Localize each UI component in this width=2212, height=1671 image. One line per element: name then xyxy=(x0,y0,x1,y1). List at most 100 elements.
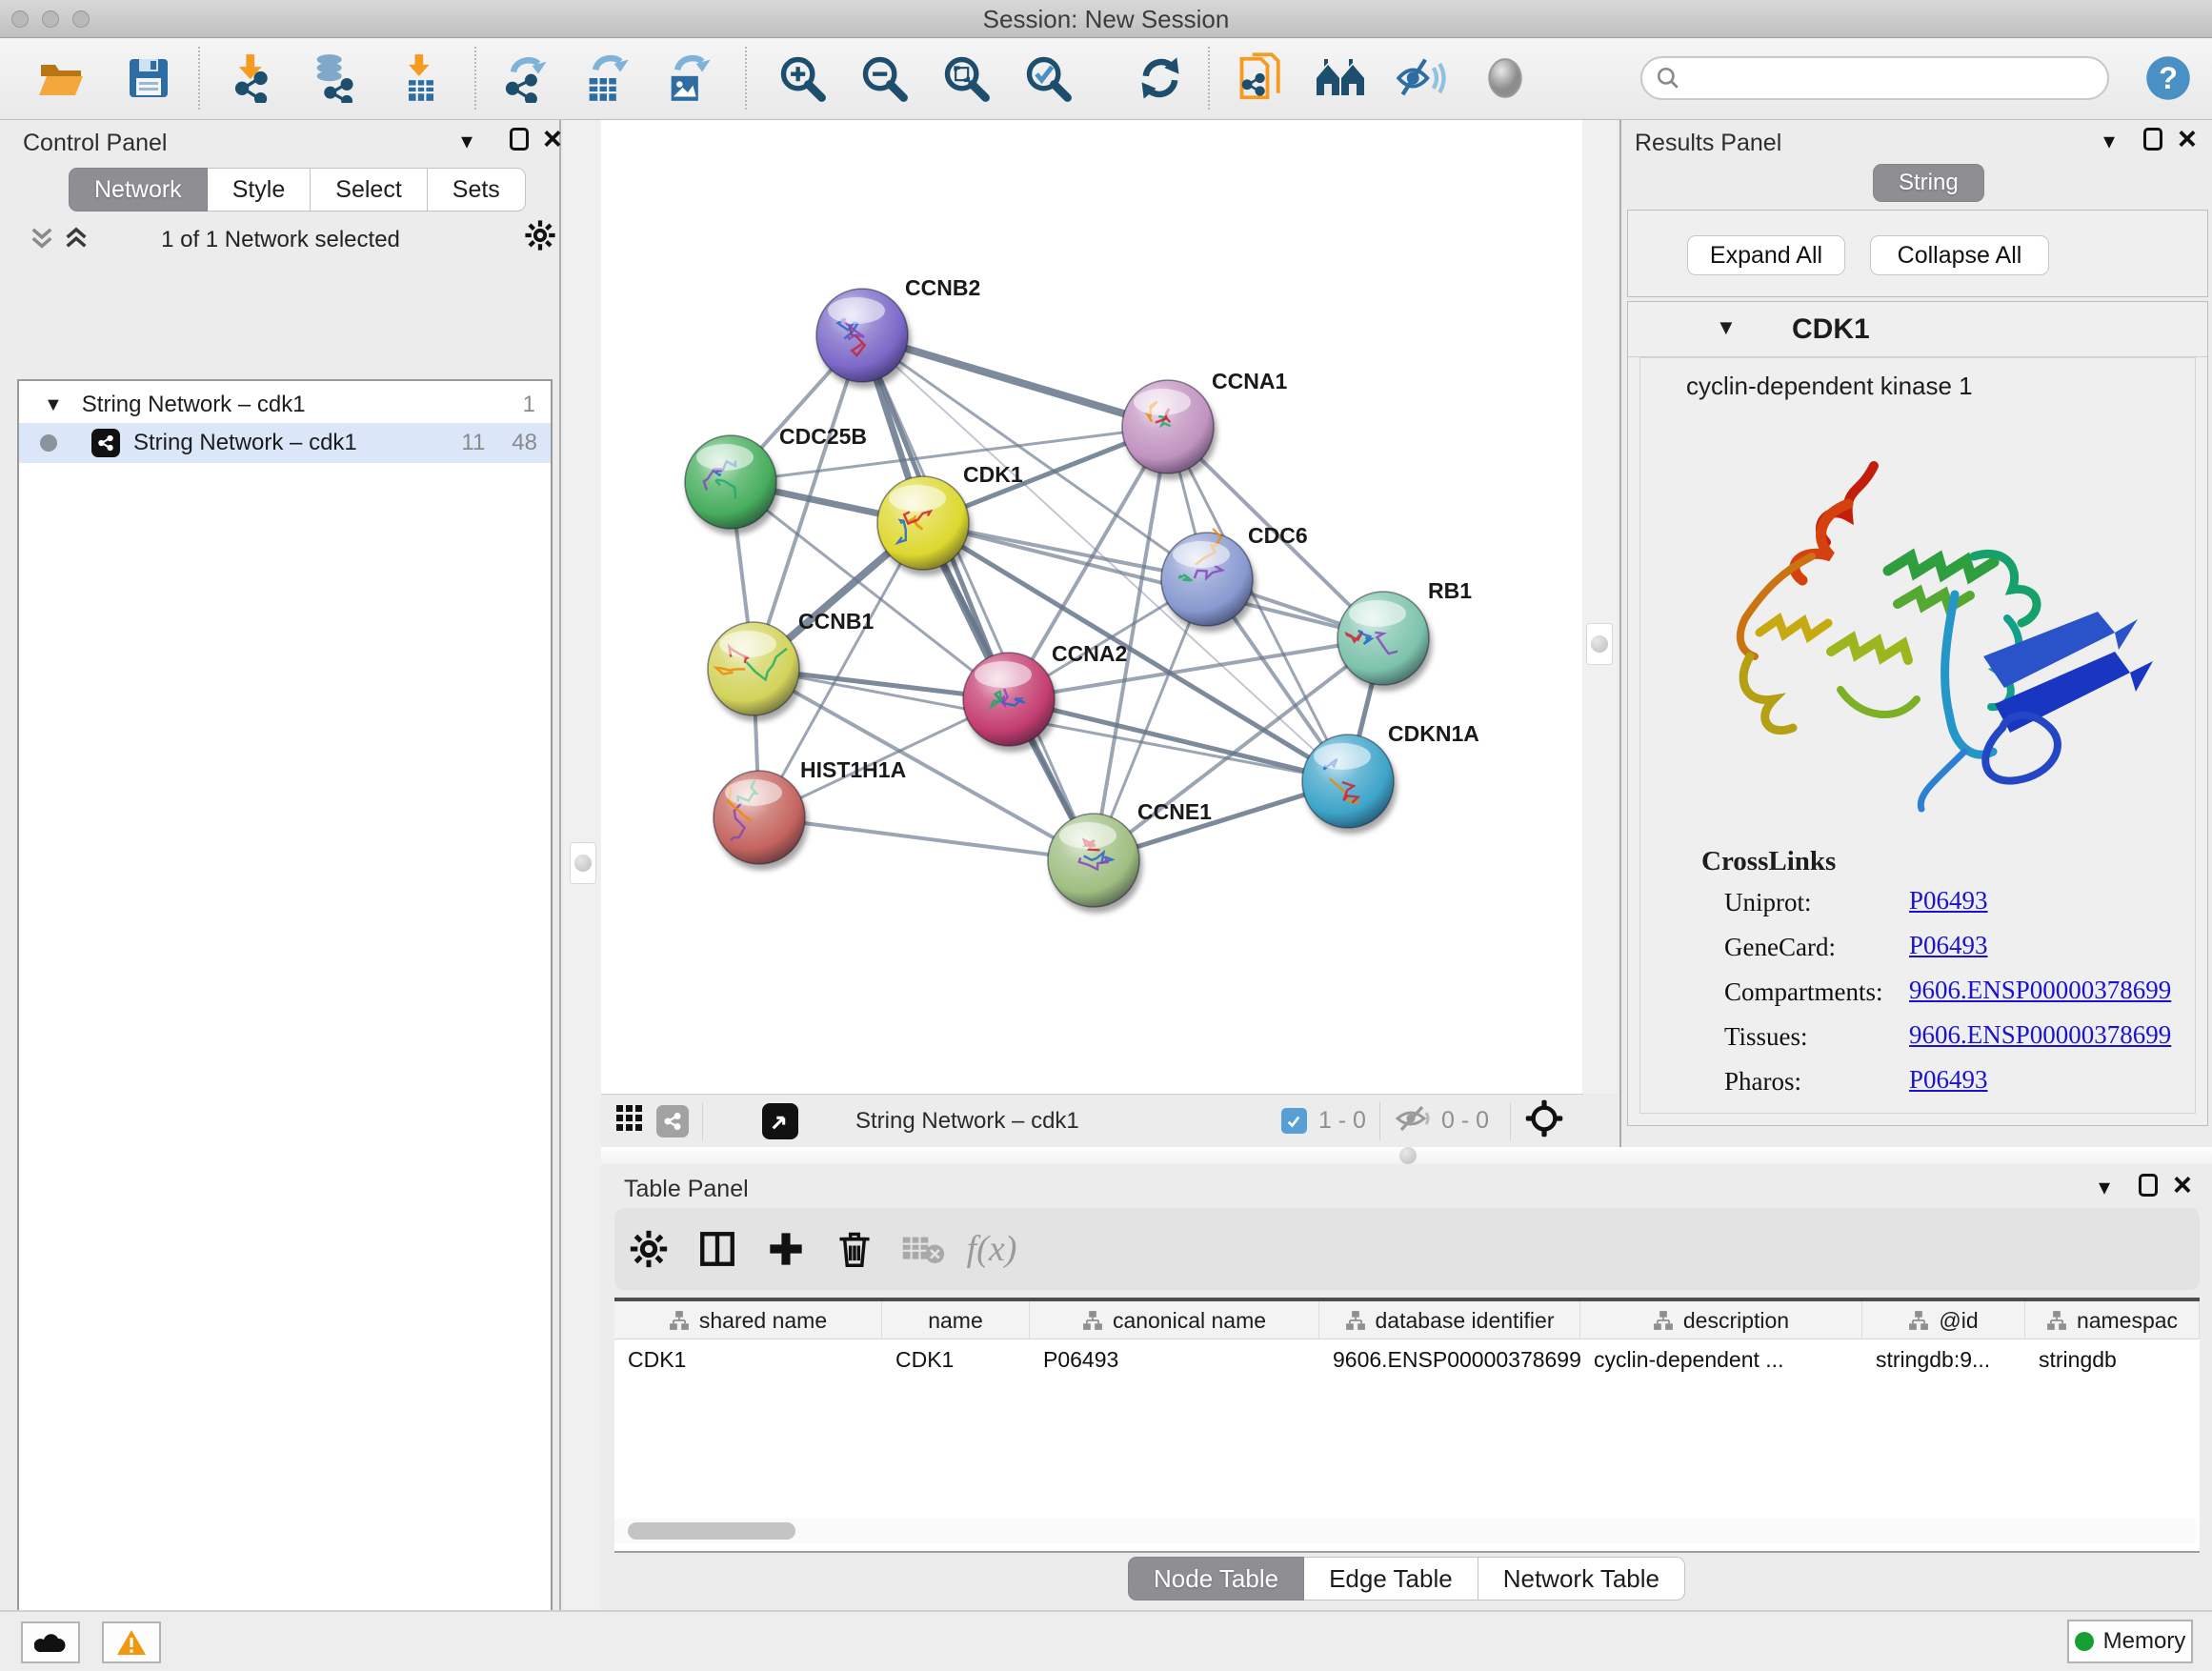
tab-style[interactable]: Style xyxy=(208,168,312,211)
help-button[interactable]: ? xyxy=(2142,49,2195,108)
section-collapse-caret[interactable]: ▼ xyxy=(1716,315,1737,340)
network-canvas[interactable]: CCNB2CCNA1CDC25BCDK1CDC6RB1CCNB1CCNA2CDK… xyxy=(601,120,1582,1094)
birds-eye-view-icon[interactable] xyxy=(762,1103,798,1139)
zoom-fit-button[interactable] xyxy=(939,49,993,108)
column-header-shared-name[interactable]: shared name xyxy=(614,1301,882,1339)
results-panel-menu-icon[interactable]: ▾ xyxy=(2103,128,2115,155)
import-network-from-database-button[interactable] xyxy=(307,49,360,108)
delete-column-icon[interactable] xyxy=(820,1229,889,1269)
enhanced-graphics-toggle-button[interactable] xyxy=(1397,49,1450,108)
column-header-database-identifier[interactable]: database identifier xyxy=(1319,1301,1580,1339)
crosslink-value[interactable]: P06493 xyxy=(1909,886,1988,916)
column-header-name[interactable]: name xyxy=(882,1301,1030,1339)
collection-expand-caret[interactable]: ▼ xyxy=(44,394,63,416)
network-node-RB1[interactable]: RB1 xyxy=(1337,578,1472,685)
network-selection-status: 1 of 1 Network selected xyxy=(0,227,561,253)
expand-all-button[interactable]: Expand All xyxy=(1687,235,1845,275)
network-edge[interactable] xyxy=(759,817,1094,860)
right-splitter-handle[interactable] xyxy=(1586,623,1613,665)
crosslink-value[interactable]: 9606.ENSP00000378699 xyxy=(1909,976,2171,1005)
zoom-selected-button[interactable] xyxy=(1021,49,1075,108)
network-node-CDC6[interactable]: CDC6 xyxy=(1161,523,1308,626)
table-cell[interactable]: P06493 xyxy=(1030,1339,1319,1379)
table-cell[interactable]: stringdb:9... xyxy=(1862,1339,2025,1379)
results-panel-close-icon[interactable]: × xyxy=(2178,128,2197,151)
search-input[interactable] xyxy=(1680,64,2090,92)
protein-section-header[interactable]: ▼ CDK1 xyxy=(1628,302,2207,357)
column-header-namespac[interactable]: namespac xyxy=(2025,1301,2200,1339)
zoom-in-button[interactable] xyxy=(775,49,829,108)
table-panel-close-icon[interactable]: × xyxy=(2173,1174,2192,1197)
tab-node-table[interactable]: Node Table xyxy=(1128,1557,1304,1601)
network-node-CDKN1A[interactable]: CDKN1A xyxy=(1302,721,1479,828)
table-cell[interactable]: stringdb xyxy=(2025,1339,2200,1379)
table-horizontal-scrollbar[interactable] xyxy=(614,1519,2196,1543)
protein-name: CDK1 xyxy=(1792,313,1870,346)
import-table-from-file-button[interactable] xyxy=(394,49,448,108)
table-cell[interactable]: CDK1 xyxy=(614,1339,882,1379)
network-options-gear-icon[interactable] xyxy=(524,219,556,256)
control-panel-float-icon[interactable] xyxy=(510,128,529,155)
collapse-all-button[interactable]: Collapse All xyxy=(1870,235,2049,275)
network-node-CDC25B[interactable]: CDC25B xyxy=(685,424,867,529)
control-panel-close-icon[interactable]: × xyxy=(543,128,562,151)
table-cell[interactable]: 9606.ENSP00000378699 xyxy=(1319,1339,1580,1379)
memory-button[interactable]: Memory xyxy=(2067,1620,2193,1663)
tab-edge-table[interactable]: Edge Table xyxy=(1304,1557,1478,1601)
table-panel-float-icon[interactable] xyxy=(2139,1174,2158,1201)
tab-sets[interactable]: Sets xyxy=(428,168,526,211)
column-header-canonical-name[interactable]: canonical name xyxy=(1030,1301,1319,1339)
apply-layout-button[interactable] xyxy=(1134,49,1187,108)
table-cell[interactable]: CDK1 xyxy=(882,1339,1030,1379)
column-header--id[interactable]: @id xyxy=(1862,1301,2025,1339)
table-cell[interactable]: cyclin-dependent ... xyxy=(1580,1339,1862,1379)
tab-string[interactable]: String xyxy=(1873,164,1984,202)
string-home-button[interactable] xyxy=(1315,49,1368,108)
control-panel-menu-icon[interactable]: ▾ xyxy=(461,128,473,155)
export-network-button[interactable] xyxy=(499,49,553,108)
crosslink-value[interactable]: P06493 xyxy=(1909,931,1988,960)
clone-network-button[interactable] xyxy=(1237,49,1290,108)
scrollbar-thumb[interactable] xyxy=(628,1522,795,1540)
tab-network-table[interactable]: Network Table xyxy=(1478,1557,1685,1601)
left-splitter[interactable] xyxy=(563,120,601,1610)
crosslink-value[interactable]: 9606.ENSP00000378699 xyxy=(1909,1020,2171,1050)
network-node-CCNA2[interactable]: CCNA2 xyxy=(963,641,1127,746)
fit-crosshair-icon[interactable] xyxy=(1524,1098,1564,1143)
selected-items-checkbox[interactable] xyxy=(1281,1108,1307,1134)
zoom-fit-icon xyxy=(941,53,991,103)
crosslink-value[interactable]: P06493 xyxy=(1909,1065,1988,1095)
level-of-detail-button[interactable] xyxy=(1478,49,1532,108)
network-view-icon[interactable] xyxy=(656,1105,689,1137)
tab-network[interactable]: Network xyxy=(69,168,208,211)
export-table-button[interactable] xyxy=(579,49,633,108)
hidden-items-eye-icon[interactable] xyxy=(1394,1103,1432,1138)
import-network-from-file-button[interactable] xyxy=(227,49,280,108)
network-collection-row[interactable]: ▼ String Network – cdk1 1 xyxy=(19,387,551,423)
tab-select[interactable]: Select xyxy=(311,168,427,211)
zoom-out-button[interactable] xyxy=(857,49,911,108)
grid-view-icon[interactable] xyxy=(614,1103,645,1138)
horizontal-splitter-handle[interactable] xyxy=(1399,1147,1417,1164)
warnings-button[interactable] xyxy=(102,1621,161,1663)
table-settings-gear-icon[interactable] xyxy=(614,1230,683,1268)
left-splitter-handle[interactable] xyxy=(570,842,596,884)
table-panel-menu-icon[interactable]: ▾ xyxy=(2099,1174,2110,1201)
show-columns-icon[interactable] xyxy=(683,1229,752,1269)
network-edge[interactable] xyxy=(862,335,1168,427)
column-header-description[interactable]: description xyxy=(1580,1301,1862,1339)
results-panel-float-icon[interactable] xyxy=(2143,128,2162,155)
network-node-CCNA1[interactable]: CCNA1 xyxy=(1122,369,1287,473)
network-node-CDK1[interactable]: CDK1 xyxy=(877,462,1023,570)
export-image-button[interactable] xyxy=(661,49,714,108)
network-node-CCNB1[interactable]: CCNB1 xyxy=(708,609,874,715)
horizontal-splitter[interactable] xyxy=(601,1147,2212,1164)
cloud-button[interactable] xyxy=(21,1621,80,1663)
add-column-icon[interactable] xyxy=(752,1230,820,1268)
network-row[interactable]: String Network – cdk1 11 48 xyxy=(19,423,551,463)
right-splitter[interactable] xyxy=(1582,120,1618,1094)
save-session-button[interactable] xyxy=(122,49,175,108)
open-session-button[interactable] xyxy=(34,49,88,108)
network-graph[interactable]: CCNB2CCNA1CDC25BCDK1CDC6RB1CCNB1CCNA2CDK… xyxy=(601,120,1582,1094)
network-node-HIST1H1A[interactable]: HIST1H1A xyxy=(714,757,906,864)
